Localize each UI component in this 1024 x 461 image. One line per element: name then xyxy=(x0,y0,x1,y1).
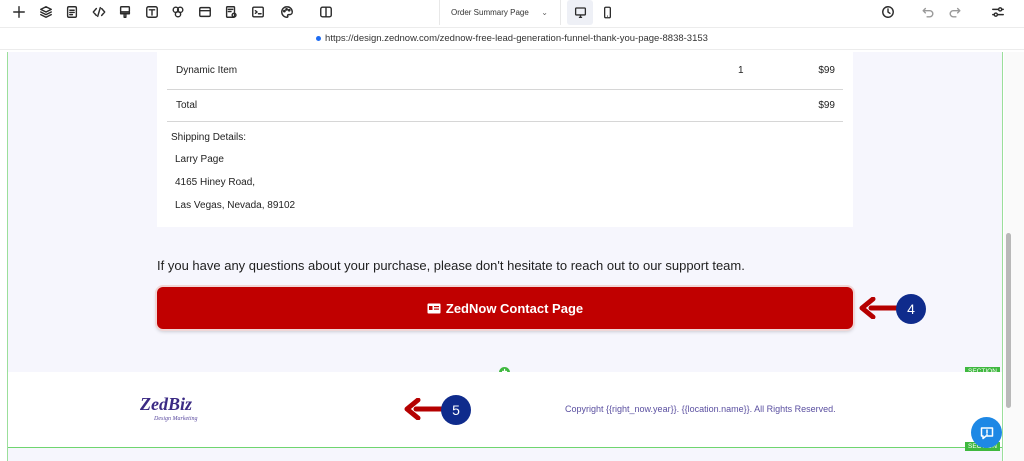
top-toolbar: Order Summary Page ⌄ xyxy=(0,0,1024,25)
divider xyxy=(167,121,843,122)
divider xyxy=(167,89,843,90)
code-icon[interactable] xyxy=(91,4,107,20)
zedbiz-logo: ZedBiz Design Marketing xyxy=(140,394,198,422)
footer-section: ZedBiz Design Marketing 5 Copyright {{ri… xyxy=(8,372,1002,447)
mobile-icon xyxy=(603,6,611,19)
annotation-badge: 4 xyxy=(896,294,926,324)
contact-page-button[interactable]: ZedNow Contact Page xyxy=(157,287,853,329)
annotation-arrow-icon xyxy=(859,297,901,319)
annotation-arrow-icon xyxy=(404,398,446,420)
history-icon[interactable] xyxy=(880,4,896,20)
contact-card-icon xyxy=(427,303,441,313)
layout-icon[interactable] xyxy=(197,4,213,20)
support-message: If you have any questions about your pur… xyxy=(157,258,745,273)
chevron-down-icon: ⌄ xyxy=(541,8,548,17)
editor-canvas: Dynamic Item 1 $99 Total $99 Shipping De… xyxy=(7,52,1003,461)
shapes-icon[interactable] xyxy=(170,4,186,20)
form-icon[interactable] xyxy=(223,4,239,20)
chat-icon xyxy=(980,426,993,439)
page-select-value: Order Summary Page xyxy=(451,8,529,17)
undo-icon[interactable] xyxy=(920,4,936,20)
item-name: Dynamic Item xyxy=(176,65,238,76)
terminal-icon[interactable] xyxy=(250,4,266,20)
logo-tagline: Design Marketing xyxy=(154,416,198,422)
order-summary-card: Dynamic Item 1 $99 Total $99 Shipping De… xyxy=(157,52,853,227)
contact-page-button-label: ZedNow Contact Page xyxy=(445,300,584,316)
annotation-badge: 5 xyxy=(441,395,471,425)
page-select-dropdown[interactable]: Order Summary Page ⌄ xyxy=(439,0,561,25)
live-status-dot xyxy=(316,36,322,41)
mobile-view-button[interactable] xyxy=(594,0,620,25)
section-boundary xyxy=(8,447,1002,448)
layers-icon[interactable] xyxy=(38,4,54,20)
shipping-street: 4165 Hiney Road, xyxy=(175,177,256,188)
total-price: $99 xyxy=(818,100,835,111)
pages-icon[interactable] xyxy=(64,4,80,20)
scrollbar-thumb[interactable] xyxy=(1006,233,1011,408)
item-price: $99 xyxy=(818,65,835,76)
plus-icon[interactable] xyxy=(11,4,27,20)
chat-widget-button[interactable] xyxy=(971,417,1002,448)
settings-icon[interactable] xyxy=(990,4,1006,20)
shipping-name: Larry Page xyxy=(175,154,224,165)
total-label: Total xyxy=(176,100,198,111)
logo-wordmark: ZedBiz xyxy=(140,394,192,414)
copyright-text: Copyright {{right_now.year}}. {{location… xyxy=(565,404,836,414)
redo-icon[interactable] xyxy=(947,4,963,20)
desktop-icon xyxy=(574,7,586,19)
text-icon[interactable] xyxy=(144,4,160,20)
shipping-city: Las Vegas, Nevada, 89102 xyxy=(175,200,296,211)
shipping-label: Shipping Details: xyxy=(171,132,247,143)
desktop-view-button[interactable] xyxy=(567,0,593,25)
paint-icon[interactable] xyxy=(117,4,133,20)
url-bar[interactable]: https://design.zednow.com/zednow-free-le… xyxy=(0,27,1024,50)
item-qty: 1 xyxy=(738,65,744,76)
page-url[interactable]: https://design.zednow.com/zednow-free-le… xyxy=(325,33,708,44)
palette-icon[interactable] xyxy=(279,4,295,20)
split-panel-icon[interactable] xyxy=(318,4,334,20)
